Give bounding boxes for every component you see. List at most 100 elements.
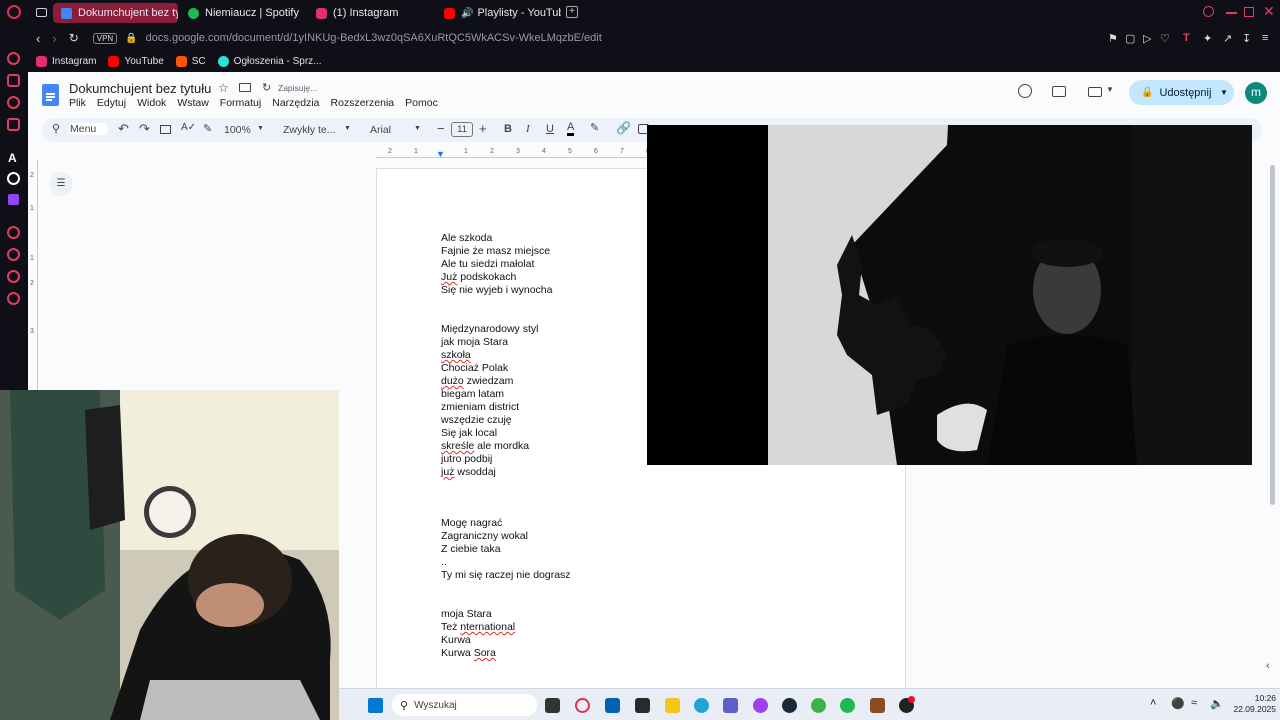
spelling-error-word[interactable]: Sora [474,647,496,659]
left-indent-marker[interactable]: ▼ [436,149,445,159]
document-line[interactable]: Ale tu siedzi małolat [441,258,534,270]
opera-icon[interactable] [575,698,590,713]
document-line[interactable]: skreśle ale mordka [441,440,529,452]
teams-icon[interactable] [723,698,738,713]
menu-format[interactable]: Formatuj [220,97,261,109]
vpn-badge[interactable]: VPN [92,32,118,44]
history-icon[interactable] [7,226,20,239]
aria-icon[interactable]: A [8,151,17,165]
document-line[interactable]: biegam latam [441,388,504,400]
extensions-icon[interactable] [7,270,20,283]
document-line[interactable]: już wsoddaj [441,466,496,478]
spelling-error-word[interactable]: już [441,466,454,478]
document-line[interactable]: Się jak local [441,427,497,439]
game-icon[interactable] [870,698,885,713]
heart-icon[interactable]: ♡ [1160,32,1170,45]
document-line[interactable]: Z ciebie taka [441,543,501,555]
style-select[interactable]: Zwykły te... [283,124,336,136]
menu-extensions[interactable]: Rozszerzenia [331,97,395,109]
text-color-icon[interactable]: A [567,121,575,136]
comments-icon[interactable] [1052,86,1066,97]
document-line[interactable]: Też nternational [441,621,515,633]
version-history-icon[interactable] [1018,84,1032,98]
downloads-icon[interactable] [7,248,20,261]
clock[interactable]: 10:26 22.09.2025 [1224,693,1276,715]
spelling-error-word[interactable]: dużo [441,375,464,387]
bookmark-olx[interactable]: Ogłoszenia - Sprz... [217,55,321,67]
download-icon[interactable]: ↧ [1242,32,1251,45]
translate-icon[interactable]: T [1183,32,1190,44]
menu-file[interactable]: Plik [69,97,86,109]
document-line[interactable]: wszędzie czuję [441,414,512,426]
bookmark-youtube[interactable]: YouTube [108,55,164,67]
search-icon[interactable]: ⚲ [52,122,60,135]
twitch-icon[interactable] [8,194,19,205]
file-explorer-icon[interactable] [665,698,680,713]
epic-games-icon[interactable] [635,698,650,713]
document-line[interactable]: Ty mi się raczej nie dograsz [441,569,571,581]
highlight-icon[interactable]: ✎ [590,121,599,134]
document-line[interactable]: Fajnie że masz miejsce [441,245,550,257]
pin-icon[interactable]: ⚑ [1108,32,1118,45]
document-line[interactable]: moja Stara [441,608,492,620]
undo-icon[interactable]: ↶ [118,121,129,137]
bookmark-soundcloud[interactable]: SC [175,55,206,67]
settings-icon[interactable] [7,292,20,305]
decrease-font-size-button[interactable]: − [437,121,445,136]
extensions-puzzle-icon[interactable]: ✦ [1203,32,1212,45]
menu-insert[interactable]: Wstaw [177,97,209,109]
bold-icon[interactable]: B [504,123,512,135]
spotify-icon[interactable] [840,698,855,713]
bookmark-instagram[interactable]: Instagram [36,55,96,67]
reload-icon[interactable]: ↻ [69,31,79,45]
close-icon[interactable]: ✕ [1263,3,1275,20]
wifi-icon[interactable]: ≈ [1191,697,1197,709]
menu-tools[interactable]: Narzędzia [272,97,319,109]
minimize-icon[interactable] [1226,12,1237,14]
font-select[interactable]: Arial [370,124,391,136]
document-line[interactable]: Zagraniczny wokal [441,530,528,542]
font-size-input[interactable]: 11 [451,122,473,137]
spellcheck-icon[interactable]: A✓ [181,122,196,133]
spelling-error-word[interactable]: skreśle [441,440,474,452]
search-tabs-icon[interactable] [1203,6,1214,17]
taskbar-search-input[interactable]: ⚲ Wyszukaj [392,694,537,716]
meet-icon[interactable] [1088,87,1102,97]
paint-format-icon[interactable]: ✎ [203,122,212,135]
underline-icon[interactable]: U [546,123,554,135]
avatar[interactable]: m [1245,82,1267,104]
document-line[interactable]: dużo zwiedzam [441,375,513,387]
picture-in-picture-video[interactable] [647,125,1252,465]
print-icon[interactable] [160,125,171,134]
menu-edit[interactable]: Edytuj [97,97,126,109]
increase-font-size-button[interactable]: + [479,121,487,136]
forward-icon[interactable]: › [52,31,56,46]
spelling-error-word[interactable]: Już [441,271,457,283]
menu-view[interactable]: Widok [137,97,166,109]
document-line[interactable]: Kurwa [441,634,471,646]
document-line[interactable]: jutro podbij [441,453,492,465]
microphone-icon[interactable]: ⚫ [1171,697,1185,710]
messenger-icon[interactable] [7,96,20,109]
new-tab-button[interactable]: + [566,6,578,18]
document-line[interactable]: Mogę nagrać [441,517,502,529]
menu-icon[interactable]: ≡ [1262,32,1268,44]
menu-search-input[interactable]: Menu [68,123,108,135]
meet-dropdown-icon[interactable]: ▼ [1106,85,1114,94]
link-icon[interactable]: 🔗 [616,121,631,135]
store-icon[interactable] [605,698,620,713]
tab-docs[interactable]: Dokumchujent bez tytułu [53,3,178,23]
url-field[interactable]: docs.google.com/document/d/1yINKUg-BedxL… [146,32,602,44]
maximize-icon[interactable] [1244,7,1254,17]
tab-instagram[interactable]: (1) Instagram [308,3,433,23]
document-title[interactable]: Dokumchujent bez tytułu [69,81,211,96]
tab-youtube[interactable]: 🔊 Playlisty - YouTube [436,3,561,23]
steam-icon[interactable] [782,698,797,713]
zoom-select[interactable]: 100% [224,124,251,136]
italic-icon[interactable]: I [526,123,530,135]
xbox-icon[interactable] [811,698,826,713]
redo-icon[interactable]: ↷ [139,121,150,137]
messenger-icon[interactable] [753,698,768,713]
move-folder-icon[interactable] [239,83,251,92]
opera-logo-icon[interactable] [7,5,21,19]
